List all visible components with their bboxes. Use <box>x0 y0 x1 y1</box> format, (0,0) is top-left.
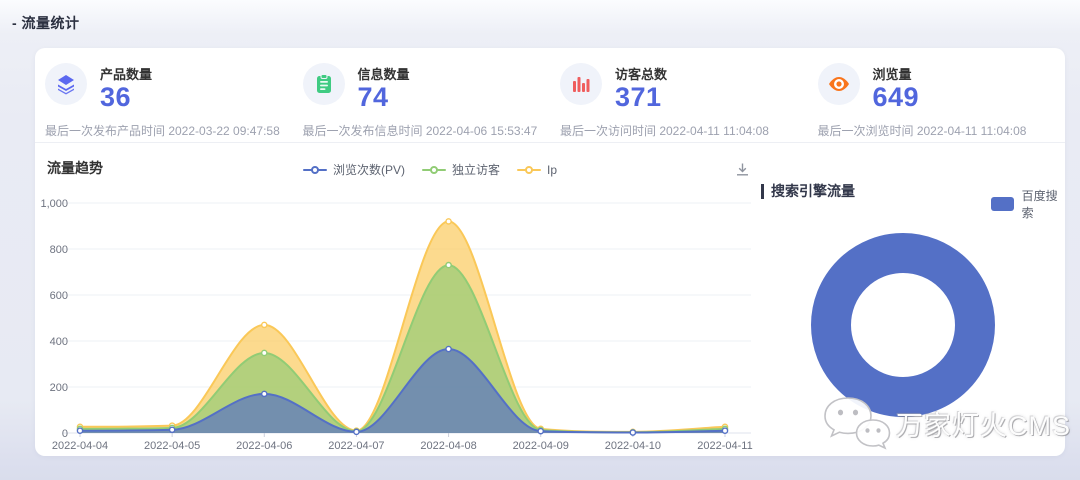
svg-text:800: 800 <box>50 244 68 256</box>
stat-caption: 最后一次发布产品时间 2022-03-22 09:47:58 <box>45 122 293 139</box>
pie-legend-baidu[interactable]: 百度搜索 <box>991 187 1065 221</box>
bar-chart-icon <box>560 63 602 105</box>
svg-text:2022-04-06: 2022-04-06 <box>236 440 292 452</box>
stat-value: 649 <box>873 83 920 111</box>
legend-label: 百度搜索 <box>1022 187 1065 221</box>
svg-text:2022-04-05: 2022-04-05 <box>144 440 200 452</box>
svg-text:400: 400 <box>50 336 68 348</box>
stat-value: 371 <box>615 83 667 111</box>
stat-label: 产品数量 <box>100 64 152 83</box>
svg-text:2022-04-08: 2022-04-08 <box>420 440 476 452</box>
svg-text:2022-04-04: 2022-04-04 <box>52 440 108 452</box>
search-engine-donut-chart[interactable] <box>811 233 995 417</box>
stat-card-pageviews: 浏览量 649 最后一次浏览时间 2022-04-11 11:04:08 <box>808 48 1066 142</box>
eye-icon <box>818 63 860 105</box>
search-engine-title: 搜索引擎流量 <box>761 181 855 201</box>
stat-card-visitors: 访客总数 371 最后一次访问时间 2022-04-11 11:04:08 <box>550 48 808 142</box>
stat-value: 74 <box>358 83 410 111</box>
stat-caption: 最后一次访问时间 2022-04-11 11:04:08 <box>560 122 808 139</box>
legend-swatch <box>991 197 1014 211</box>
clipboard-icon <box>303 63 345 105</box>
stat-caption: 最后一次发布信息时间 2022-04-06 15:53:47 <box>303 122 551 139</box>
title-accent-bar <box>761 184 764 199</box>
svg-text:2022-04-10: 2022-04-10 <box>605 440 661 452</box>
stat-label: 访客总数 <box>615 64 667 83</box>
page-title: - 流量统计 <box>12 13 80 33</box>
stat-label: 浏览量 <box>873 64 920 83</box>
layers-icon <box>45 63 87 105</box>
svg-text:2022-04-09: 2022-04-09 <box>513 440 569 452</box>
traffic-trend-chart[interactable]: 0 200 400 600 800 1,000 2022-04-04 2022-04-05 20… <box>35 148 765 454</box>
stat-card-products: 产品数量 36 最后一次发布产品时间 2022-03-22 09:47:58 <box>35 48 293 142</box>
svg-text:600: 600 <box>50 290 68 302</box>
dashboard-panel: 产品数量 36 最后一次发布产品时间 2022-03-22 09:47:58 <box>35 48 1065 456</box>
svg-text:200: 200 <box>50 382 68 394</box>
svg-text:2022-04-11: 2022-04-11 <box>697 440 752 452</box>
stat-label: 信息数量 <box>358 64 410 83</box>
stats-row: 产品数量 36 最后一次发布产品时间 2022-03-22 09:47:58 <box>35 48 1065 143</box>
svg-text:2022-04-07: 2022-04-07 <box>328 440 384 452</box>
stat-value: 36 <box>100 83 152 111</box>
stat-caption: 最后一次浏览时间 2022-04-11 11:04:08 <box>818 122 1066 139</box>
stat-card-messages: 信息数量 74 最后一次发布信息时间 2022-04-06 15:53:47 <box>293 48 551 142</box>
svg-text:1,000: 1,000 <box>40 198 68 210</box>
svg-text:0: 0 <box>62 428 68 440</box>
